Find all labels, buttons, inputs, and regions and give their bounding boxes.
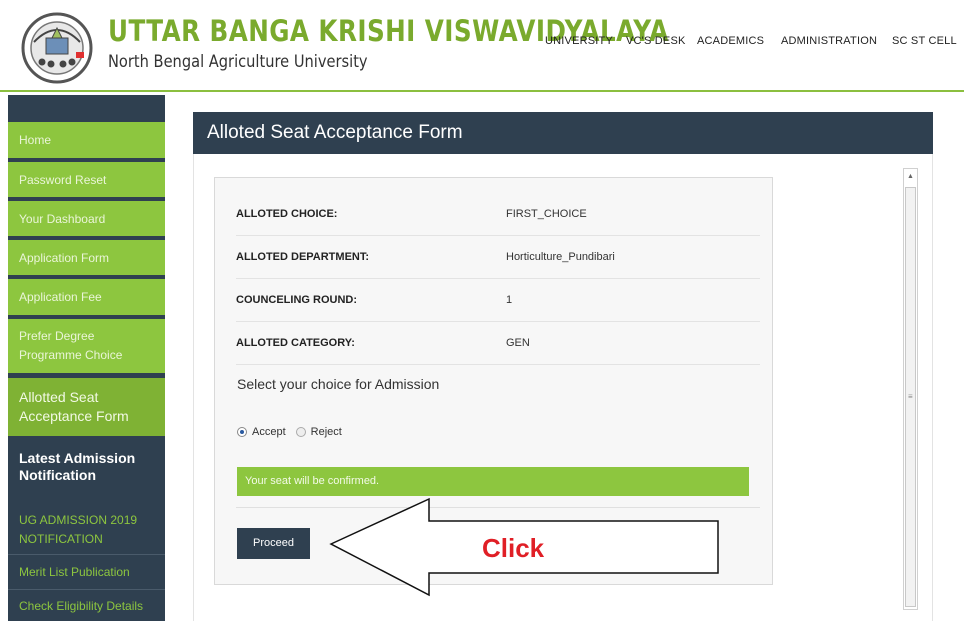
sidebar-link-merit-list[interactable]: Merit List Publication xyxy=(8,556,165,590)
detail-value: 1 xyxy=(506,294,513,306)
radio-reject-label[interactable]: Reject xyxy=(311,426,342,438)
choice-prompt: Select your choice for Admission xyxy=(237,376,440,392)
sidebar-item-application-fee[interactable]: Application Fee xyxy=(8,279,165,315)
nav-vcs-desk[interactable]: VC'S DESK xyxy=(626,35,686,47)
sidebar-heading: Latest Admission Notification xyxy=(19,450,136,483)
sidebar-item-seat-acceptance-label: Allotted Seat Acceptance Form xyxy=(19,389,129,424)
detail-value: FIRST_CHOICE xyxy=(506,208,587,220)
sidebar-link-eligibility[interactable]: Check Eligibility Details xyxy=(8,591,165,621)
detail-label: ALLOTED DEPARTMENT: xyxy=(236,251,370,263)
nav-administration[interactable]: ADMINISTRATION xyxy=(781,35,877,47)
radio-accept-label[interactable]: Accept xyxy=(252,426,286,438)
detail-label: ALLOTED CHOICE: xyxy=(236,208,338,220)
scroll-up-icon[interactable]: ▲ xyxy=(904,169,917,185)
sidebar-link-ug-admission[interactable]: UG ADMISSION 2019 NOTIFICATION xyxy=(8,505,165,555)
admission-choice-group: Accept Reject xyxy=(237,426,342,438)
detail-row-round: COUNCELING ROUND: 1 xyxy=(236,279,760,322)
sidebar-item-dashboard[interactable]: Your Dashboard xyxy=(8,201,165,236)
sidebar-item-home[interactable]: Home xyxy=(8,122,165,158)
nav-sc-st-cell[interactable]: SC ST CELL xyxy=(892,35,957,47)
sidebar: Home Password Reset Your Dashboard Appli… xyxy=(8,95,165,621)
scrollbar[interactable]: ▲ ≡ xyxy=(903,168,918,610)
nav-university[interactable]: UNIVERSITY xyxy=(545,35,613,47)
radio-reject[interactable] xyxy=(295,427,306,437)
scroll-thumb[interactable]: ≡ xyxy=(905,187,916,607)
sidebar-link-ug-admission-label: UG ADMISSION 2019 NOTIFICATION xyxy=(19,512,138,546)
sidebar-item-programme-choice[interactable]: Prefer Degree Programme Choice xyxy=(8,319,148,373)
divider xyxy=(236,507,760,508)
click-annotation: Click xyxy=(482,533,545,563)
site-header: UTTAR BANGA KRISHI VISWAVIDYALAYA North … xyxy=(0,0,964,92)
detail-value: Horticulture_Pundibari xyxy=(506,251,615,263)
detail-row-department: ALLOTED DEPARTMENT: Horticulture_Pundiba… xyxy=(236,236,760,279)
sidebar-item-application-form[interactable]: Application Form xyxy=(8,240,165,275)
sidebar-item-password-reset[interactable]: Password Reset xyxy=(8,162,165,197)
detail-label: COUNCELING ROUND: xyxy=(236,294,357,306)
detail-label: ALLOTED CATEGORY: xyxy=(236,337,355,349)
detail-row-category: ALLOTED CATEGORY: GEN xyxy=(236,322,760,365)
sidebar-item-seat-acceptance[interactable]: Allotted Seat Acceptance Form xyxy=(8,378,165,436)
detail-row-choice: ALLOTED CHOICE: FIRST_CHOICE xyxy=(236,193,760,236)
page-title: Alloted Seat Acceptance Form xyxy=(193,112,933,154)
sidebar-item-fill xyxy=(148,319,165,373)
detail-value: GEN xyxy=(506,337,530,349)
grip-icon: ≡ xyxy=(908,392,913,401)
radio-accept[interactable] xyxy=(237,427,247,437)
proceed-button[interactable]: Proceed xyxy=(237,528,310,559)
site-subtitle: North Bengal Agriculture University xyxy=(108,52,368,72)
nav-academics[interactable]: ACADEMICS xyxy=(697,35,764,47)
confirmation-alert: Your seat will be confirmed. xyxy=(237,467,749,496)
top-navigation: UNIVERSITY VC'S DESK ACADEMICS ADMINISTR… xyxy=(0,35,964,51)
